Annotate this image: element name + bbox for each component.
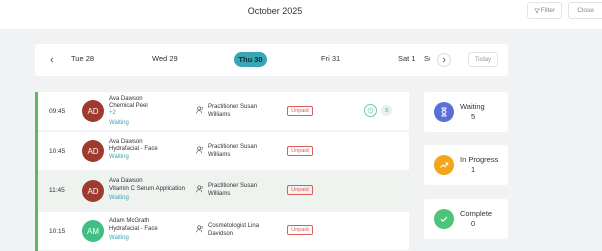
card-label: Complete [460, 209, 493, 218]
card-value: 5 [471, 112, 476, 121]
payment-status-badge: Unpaid [287, 225, 313, 235]
appointment-row[interactable]: 11:45 AD Ava Dawson Vitamin C Serum Appl… [38, 172, 409, 210]
appointment-list: 09:45 AD Ava Dawson Chemical Peel +2 Wai… [35, 92, 409, 251]
avatar: AD [82, 100, 104, 122]
appointment-time: 10:15 [49, 228, 66, 235]
close-button[interactable]: Close [568, 2, 602, 19]
day-wed-29[interactable]: Wed 29 [152, 54, 178, 63]
card-label: In Progress [460, 155, 499, 164]
avatar: AD [82, 140, 104, 162]
top-bar: October 2025 Filter Close [0, 0, 602, 29]
service-name: Chemical Peel [109, 103, 148, 109]
more-services-link[interactable]: +2 [109, 110, 116, 116]
chevron-right-icon [442, 57, 446, 63]
practitioner-name: Practitioner Susan Williams [208, 183, 258, 197]
filter-icon [534, 8, 540, 13]
payment-status-badge: Unpaid [287, 146, 313, 156]
appointment-time: 11:45 [49, 187, 65, 194]
client-name: Ava Dawson [109, 139, 143, 145]
avatar: AM [82, 220, 104, 242]
day-thu-30-selected[interactable]: Thu 30 [234, 52, 267, 67]
appointment-row[interactable]: 09:45 AD Ava Dawson Chemical Peel +2 Wai… [38, 92, 409, 130]
service-name: Hydrafacial - Face [109, 146, 158, 152]
filter-button[interactable]: Filter [527, 2, 562, 19]
timer-icon[interactable] [364, 104, 377, 117]
status-label: Waiting [109, 154, 129, 160]
service-count-badge: 3 [381, 105, 392, 116]
complete-summary-card[interactable]: Complete 0 [424, 199, 508, 239]
practitioner-icon [196, 225, 203, 233]
service-name: Vitamin C Serum Application [109, 186, 185, 192]
practitioner-icon [196, 146, 203, 154]
status-label: Waiting [109, 120, 129, 126]
next-week-button[interactable] [437, 53, 451, 67]
today-button[interactable]: Today [468, 52, 498, 67]
day-tue-28[interactable]: Tue 28 [71, 54, 94, 63]
day-sun-partial[interactable]: Sun [424, 54, 430, 63]
practitioner-icon [196, 185, 203, 193]
service-name: Hydrafacial - Face [109, 226, 158, 232]
client-name: Ava Dawson [109, 96, 143, 102]
page-title: October 2025 [247, 6, 303, 16]
status-label: Waiting [109, 195, 129, 201]
card-label: Waiting [460, 102, 485, 111]
waiting-summary-card[interactable]: Waiting 5 [424, 92, 508, 132]
appointment-row[interactable]: 10:45 AD Ava Dawson Hydrafacial - Face W… [38, 132, 409, 170]
card-value: 1 [471, 165, 476, 174]
payment-status-badge: Unpaid [287, 185, 313, 195]
check-icon [434, 209, 454, 229]
client-name: Ava Dawson [109, 178, 143, 184]
day-fri-31[interactable]: Fri 31 [321, 54, 340, 63]
trending-up-icon [434, 155, 454, 175]
practitioner-name: Practitioner Susan Williams [208, 104, 258, 118]
appointment-row[interactable]: 10:15 AM Adam McGrath Hydrafacial - Face… [38, 212, 409, 250]
client-name: Adam McGrath [109, 218, 150, 224]
date-navigation: Tue 28 Wed 29 Thu 30 Fri 31 Sat 1 Sun To… [35, 44, 508, 76]
in-progress-summary-card[interactable]: In Progress 1 [424, 145, 508, 185]
practitioner-icon [196, 106, 203, 114]
status-label: Waiting [109, 235, 129, 241]
day-sat-1[interactable]: Sat 1 [398, 54, 416, 63]
payment-status-badge: Unpaid [287, 106, 313, 116]
practitioner-name: Practitioner Susan Williams [208, 144, 258, 158]
card-value: 0 [471, 219, 476, 228]
hourglass-icon [434, 102, 454, 122]
appointment-time: 10:45 [49, 148, 66, 155]
previous-week-button[interactable] [45, 53, 59, 67]
avatar: AD [82, 180, 104, 202]
practitioner-name: Cosmetologist Lina Davidson [208, 223, 260, 237]
appointment-time: 09:45 [49, 108, 66, 115]
chevron-left-icon [50, 57, 54, 63]
filter-label: Filter [540, 7, 556, 14]
